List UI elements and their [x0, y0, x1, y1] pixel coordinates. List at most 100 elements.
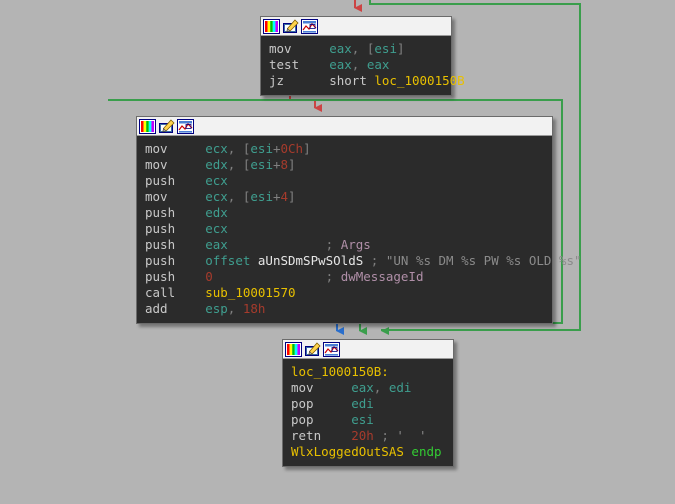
asm-token-call: sub_10001570 [205, 285, 296, 300]
asm-token-punct: , [227, 189, 243, 204]
asm-token-reg: ecx [205, 189, 228, 204]
asm-token-reg: eax [329, 41, 352, 56]
asm-token-reg: esi [250, 157, 273, 172]
basic-block-return[interactable]: loc_1000150B: mov eax, edi pop edi pop esi r… [282, 339, 454, 467]
asm-token-mnem: add [145, 301, 168, 316]
asm-token-mnem: mov [269, 41, 292, 56]
basic-block-condition[interactable]: mov eax, [esi] test eax, eax jz short loc_… [260, 16, 465, 96]
asm-token-reg: esp [205, 301, 228, 316]
node-body: mov eax, [esi] test eax, eax jz short loc_… [261, 36, 465, 95]
node-titlebar[interactable] [261, 17, 451, 36]
asm-line[interactable]: push 0 ; dwMessageId [137, 269, 552, 285]
asm-token-cmt: ; [363, 253, 386, 268]
asm-line[interactable]: mov ecx, [esi+0Ch] [137, 141, 552, 157]
asm-token-mnem: push [145, 173, 176, 188]
asm-token-punct [284, 73, 329, 88]
asm-token-reg: eax [329, 57, 352, 72]
asm-token-label: loc_1000150B: [291, 364, 389, 379]
asm-line[interactable]: push ecx [137, 173, 552, 189]
color-palette-icon[interactable] [263, 18, 280, 34]
asm-token-mnem: push [145, 221, 176, 236]
asm-line[interactable]: test eax, eax [261, 57, 451, 73]
asm-token-reg: eax [366, 57, 390, 72]
asm-token-punct: , [227, 157, 243, 172]
asm-line[interactable]: WlxLoggedOutSAS endp [283, 444, 453, 460]
asm-token-reg: edi [351, 396, 374, 411]
pencil-edit-icon[interactable] [304, 341, 321, 357]
asm-token-reg: esi [351, 412, 374, 427]
asm-token-mnem: push [145, 253, 176, 268]
asm-token-reg: eax [351, 380, 374, 395]
asm-token-reg: edx [205, 205, 228, 220]
asm-token-mnem: jz [269, 73, 285, 88]
asm-token-endp: endp [411, 444, 442, 459]
asm-line[interactable]: push eax ; Args [137, 237, 552, 253]
asm-token-punct: , [227, 301, 243, 316]
asm-token-punct [175, 253, 205, 268]
color-palette-icon[interactable] [139, 118, 156, 134]
asm-line[interactable]: pop esi [283, 412, 453, 428]
asm-token-reg: ecx [205, 221, 228, 236]
node-titlebar[interactable] [283, 340, 453, 359]
asm-token-mnem: push [145, 205, 176, 220]
asm-token-mnem: retn [291, 428, 322, 443]
asm-line[interactable]: push ecx [137, 221, 552, 237]
asm-token-punct: , [351, 41, 367, 56]
asm-token-punct: , [373, 380, 389, 395]
asm-line[interactable]: mov ecx, [esi+4] [137, 189, 552, 205]
graph-canvas[interactable]: mov eax, [esi] test eax, eax jz short loc_… [0, 0, 675, 504]
asm-token-num: 18h [242, 301, 266, 316]
graph-chart-icon[interactable] [177, 118, 194, 134]
asm-token-punct: ] [396, 41, 405, 56]
asm-token-cmt-arg: dwMessageId [340, 269, 424, 284]
asm-line[interactable]: pop edi [283, 396, 453, 412]
asm-token-punct [175, 205, 205, 220]
asm-token-ident: aUnSDmSPwSOldS [257, 253, 364, 268]
asm-token-punct [299, 57, 329, 72]
asm-token-punct: ] [288, 157, 296, 172]
asm-line[interactable]: call sub_10001570 [137, 285, 552, 301]
asm-token-punct [321, 428, 351, 443]
asm-token-reg: edi [388, 380, 412, 395]
asm-line[interactable]: retn 20h ; ' ' [283, 428, 453, 444]
asm-line[interactable]: push offset aUnSDmSPwSOldS ; "UN %s DM %… [137, 253, 582, 269]
graph-chart-icon[interactable] [323, 341, 340, 357]
asm-token-label: WlxLoggedOutSAS [291, 444, 404, 459]
pencil-edit-icon[interactable] [282, 18, 299, 34]
basic-block-call[interactable]: mov ecx, [esi+0Ch] mov edx, [esi+8] push e… [136, 116, 582, 324]
color-palette-icon[interactable] [285, 341, 302, 357]
asm-token-reg: ecx [205, 141, 228, 156]
node-titlebar[interactable] [137, 117, 552, 136]
asm-token-str: "UN %s DM %s PW %s OLD %s" [385, 253, 582, 268]
asm-token-str: ' ' [396, 428, 427, 443]
asm-token-punct: + [272, 189, 281, 204]
asm-token-punct: ] [288, 189, 296, 204]
asm-token-reg: eax [205, 237, 228, 252]
asm-token-mnem: mov [145, 141, 168, 156]
graph-chart-icon[interactable] [301, 18, 318, 34]
asm-line[interactable]: mov eax, [esi] [261, 41, 451, 57]
asm-token-mnem: test [269, 57, 300, 72]
asm-token-reg: esi [250, 189, 273, 204]
asm-token-punct [168, 301, 206, 316]
asm-line[interactable]: mov eax, edi [283, 380, 453, 396]
asm-token-reg: edx [205, 157, 228, 172]
pencil-edit-icon[interactable] [158, 118, 175, 134]
asm-token-punct [314, 412, 352, 427]
asm-line[interactable]: push edx [137, 205, 552, 221]
asm-line[interactable]: jz short loc_1000150B [261, 73, 465, 89]
asm-line[interactable]: mov edx, [esi+8] [137, 157, 552, 173]
asm-token-punct [175, 269, 205, 284]
asm-token-mnem: mov [291, 380, 314, 395]
asm-line[interactable]: loc_1000150B: [283, 364, 453, 380]
asm-token-num: 0Ch [280, 141, 304, 156]
asm-token-cmt: ; [373, 428, 397, 443]
asm-token-punct [175, 237, 205, 252]
asm-token-punct [314, 396, 352, 411]
asm-token-punct [314, 380, 352, 395]
asm-token-cmt-arg: Args [340, 237, 371, 252]
asm-token-punct: + [272, 157, 281, 172]
asm-line[interactable]: add esp, 18h [137, 301, 552, 317]
asm-token-punct [168, 189, 206, 204]
asm-token-cmt: ; [212, 269, 341, 284]
